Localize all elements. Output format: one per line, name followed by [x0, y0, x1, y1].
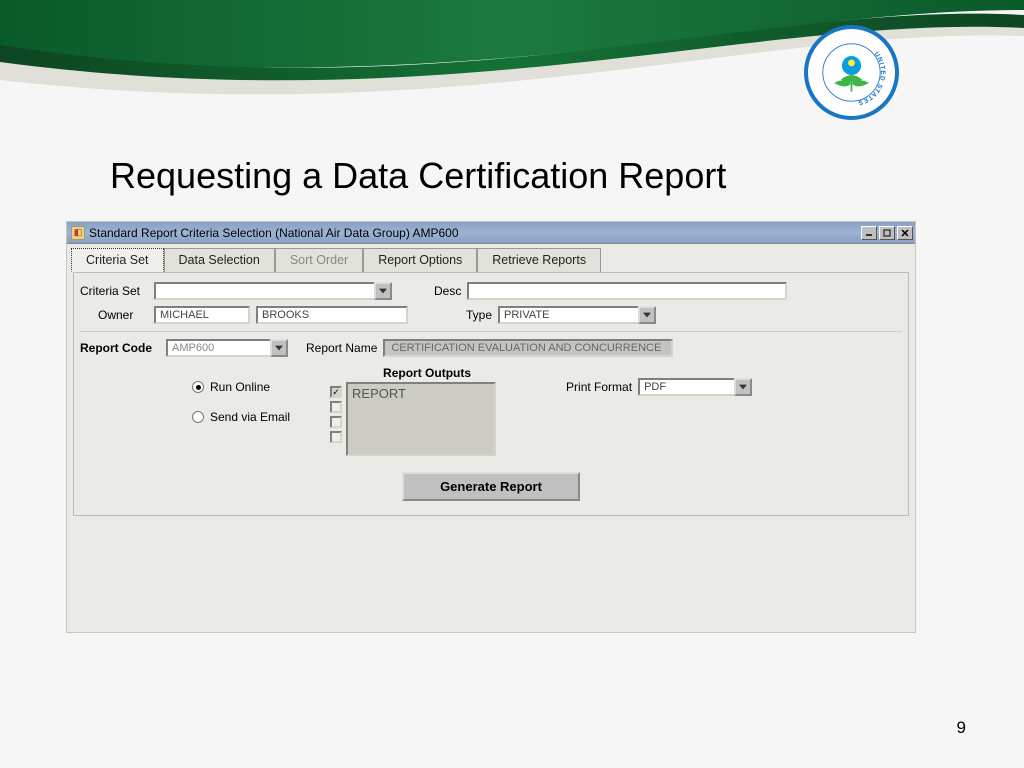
report-code-dropdown-icon[interactable] — [270, 339, 288, 357]
slide-title: Requesting a Data Certification Report — [110, 155, 726, 197]
run-online-label: Run Online — [210, 380, 270, 394]
window-titlebar: ◧ Standard Report Criteria Selection (Na… — [67, 222, 915, 244]
tab-retrieve-reports[interactable]: Retrieve Reports — [477, 248, 601, 272]
report-code-combo[interactable] — [166, 339, 288, 357]
run-online-radio-row[interactable]: Run Online — [192, 376, 290, 398]
run-online-radio[interactable] — [192, 381, 204, 393]
tab-report-options[interactable]: Report Options — [363, 248, 477, 272]
print-format-combo[interactable] — [638, 378, 752, 396]
send-via-email-label: Send via Email — [210, 410, 290, 424]
criteria-set-input[interactable] — [154, 282, 374, 300]
window-close-button[interactable] — [897, 226, 913, 240]
generate-report-button[interactable]: Generate Report — [402, 472, 580, 501]
tab-data-selection[interactable]: Data Selection — [164, 248, 275, 272]
output-item-report[interactable]: REPORT — [352, 386, 490, 401]
report-outputs-listbox[interactable]: REPORT — [346, 382, 496, 456]
desc-input[interactable] — [467, 282, 787, 300]
window-title: Standard Report Criteria Selection (Nati… — [89, 226, 459, 240]
desc-label: Desc — [434, 284, 461, 298]
print-format-label: Print Format — [566, 380, 632, 394]
tab-criteria-set[interactable]: Criteria Set — [71, 248, 164, 272]
criteria-set-label: Criteria Set — [80, 284, 148, 298]
window-maximize-button[interactable] — [879, 226, 895, 240]
report-code-label: Report Code — [80, 341, 160, 355]
criteria-set-combo[interactable] — [154, 282, 392, 300]
print-format-input[interactable] — [638, 378, 734, 396]
criteria-set-dropdown-icon[interactable] — [374, 282, 392, 300]
report-dialog: ◧ Standard Report Criteria Selection (Na… — [66, 221, 916, 633]
output-check-3[interactable] — [330, 416, 342, 428]
report-name-label: Report Name — [306, 341, 377, 355]
page-number: 9 — [957, 718, 966, 738]
report-code-input[interactable] — [166, 339, 270, 357]
print-format-dropdown-icon[interactable] — [734, 378, 752, 396]
output-check-1[interactable]: ✓ — [330, 386, 342, 398]
owner-first-input[interactable] — [154, 306, 250, 324]
titlebar-app-icon: ◧ — [71, 226, 85, 240]
send-via-email-radio[interactable] — [192, 411, 204, 423]
window-minimize-button[interactable] — [861, 226, 877, 240]
owner-last-input[interactable] — [256, 306, 408, 324]
type-input[interactable] — [498, 306, 638, 324]
owner-label: Owner — [98, 308, 148, 322]
report-outputs-heading: Report Outputs — [358, 366, 496, 380]
output-check-2[interactable] — [330, 401, 342, 413]
type-dropdown-icon[interactable] — [638, 306, 656, 324]
report-name-value: CERTIFICATION EVALUATION AND CONCURRENCE — [383, 339, 673, 357]
type-label: Type — [466, 308, 492, 322]
type-combo[interactable] — [498, 306, 656, 324]
output-check-4[interactable] — [330, 431, 342, 443]
tab-sort-order[interactable]: Sort Order — [275, 248, 363, 272]
send-via-email-radio-row[interactable]: Send via Email — [192, 406, 290, 428]
epa-seal-logo: UNITED STATES — [804, 25, 899, 120]
